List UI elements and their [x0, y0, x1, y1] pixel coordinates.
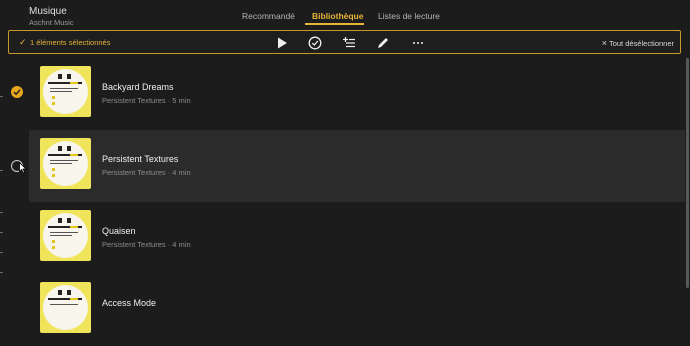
selection-toolbar: ✓ 1 éléments sélectionnés × Tout désélect… — [8, 30, 681, 54]
add-to-playlist-icon[interactable] — [341, 35, 357, 51]
track-title: Backyard Dreams — [102, 82, 174, 92]
edge-tick — [0, 170, 3, 171]
edge-tick — [0, 232, 3, 233]
edge-tick — [0, 252, 3, 253]
mouse-cursor-icon — [19, 162, 27, 174]
tab-bar: Recommandé Bibliothèque Listes de lectur… — [0, 0, 690, 28]
play-icon[interactable] — [274, 35, 290, 51]
edit-icon[interactable] — [375, 35, 391, 51]
track-row[interactable]: Persistent Textures Persistent Textures … — [29, 130, 685, 202]
active-tab-indicator — [305, 23, 364, 25]
left-edge-markers — [0, 60, 12, 317]
edge-tick — [0, 272, 3, 273]
album-cover — [40, 138, 91, 189]
track-title: Access Mode — [102, 298, 157, 308]
deselect-all-label: Tout désélectionner — [608, 39, 674, 48]
checkmark-icon — [13, 89, 21, 96]
track-title: Quaisen — [102, 226, 136, 236]
track-subtitle: Persistent Textures · 5 min — [102, 96, 191, 105]
selected-checkbox[interactable] — [11, 86, 23, 98]
deselect-all-button[interactable]: × Tout désélectionner — [602, 38, 674, 48]
check-circle-icon[interactable] — [307, 35, 323, 51]
track-row[interactable]: Quaisen Persistent Textures · 4 min — [29, 202, 685, 274]
tab-listes-de-lecture[interactable]: Listes de lecture — [378, 11, 440, 21]
selection-count: 1 éléments sélectionnés — [30, 38, 111, 47]
track-subtitle: Persistent Textures · 4 min — [102, 240, 191, 249]
tab-bibliotheque[interactable]: Bibliothèque — [312, 11, 363, 21]
more-icon[interactable] — [410, 35, 426, 51]
album-cover — [40, 66, 91, 117]
album-cover — [40, 210, 91, 261]
edge-tick — [0, 96, 3, 97]
track-title: Persistent Textures — [102, 154, 179, 164]
track-subtitle: Persistent Textures · 4 min — [102, 168, 191, 177]
track-row[interactable]: Access Mode — [29, 274, 685, 346]
close-icon: × — [601, 38, 607, 48]
checkmark-icon: ✓ — [19, 37, 27, 47]
track-row[interactable]: Backyard Dreams Persistent Textures · 5 … — [29, 58, 685, 130]
scrollbar[interactable] — [686, 58, 689, 288]
tab-recommande[interactable]: Recommandé — [242, 11, 295, 21]
album-cover — [40, 282, 91, 333]
edge-tick — [0, 212, 3, 213]
